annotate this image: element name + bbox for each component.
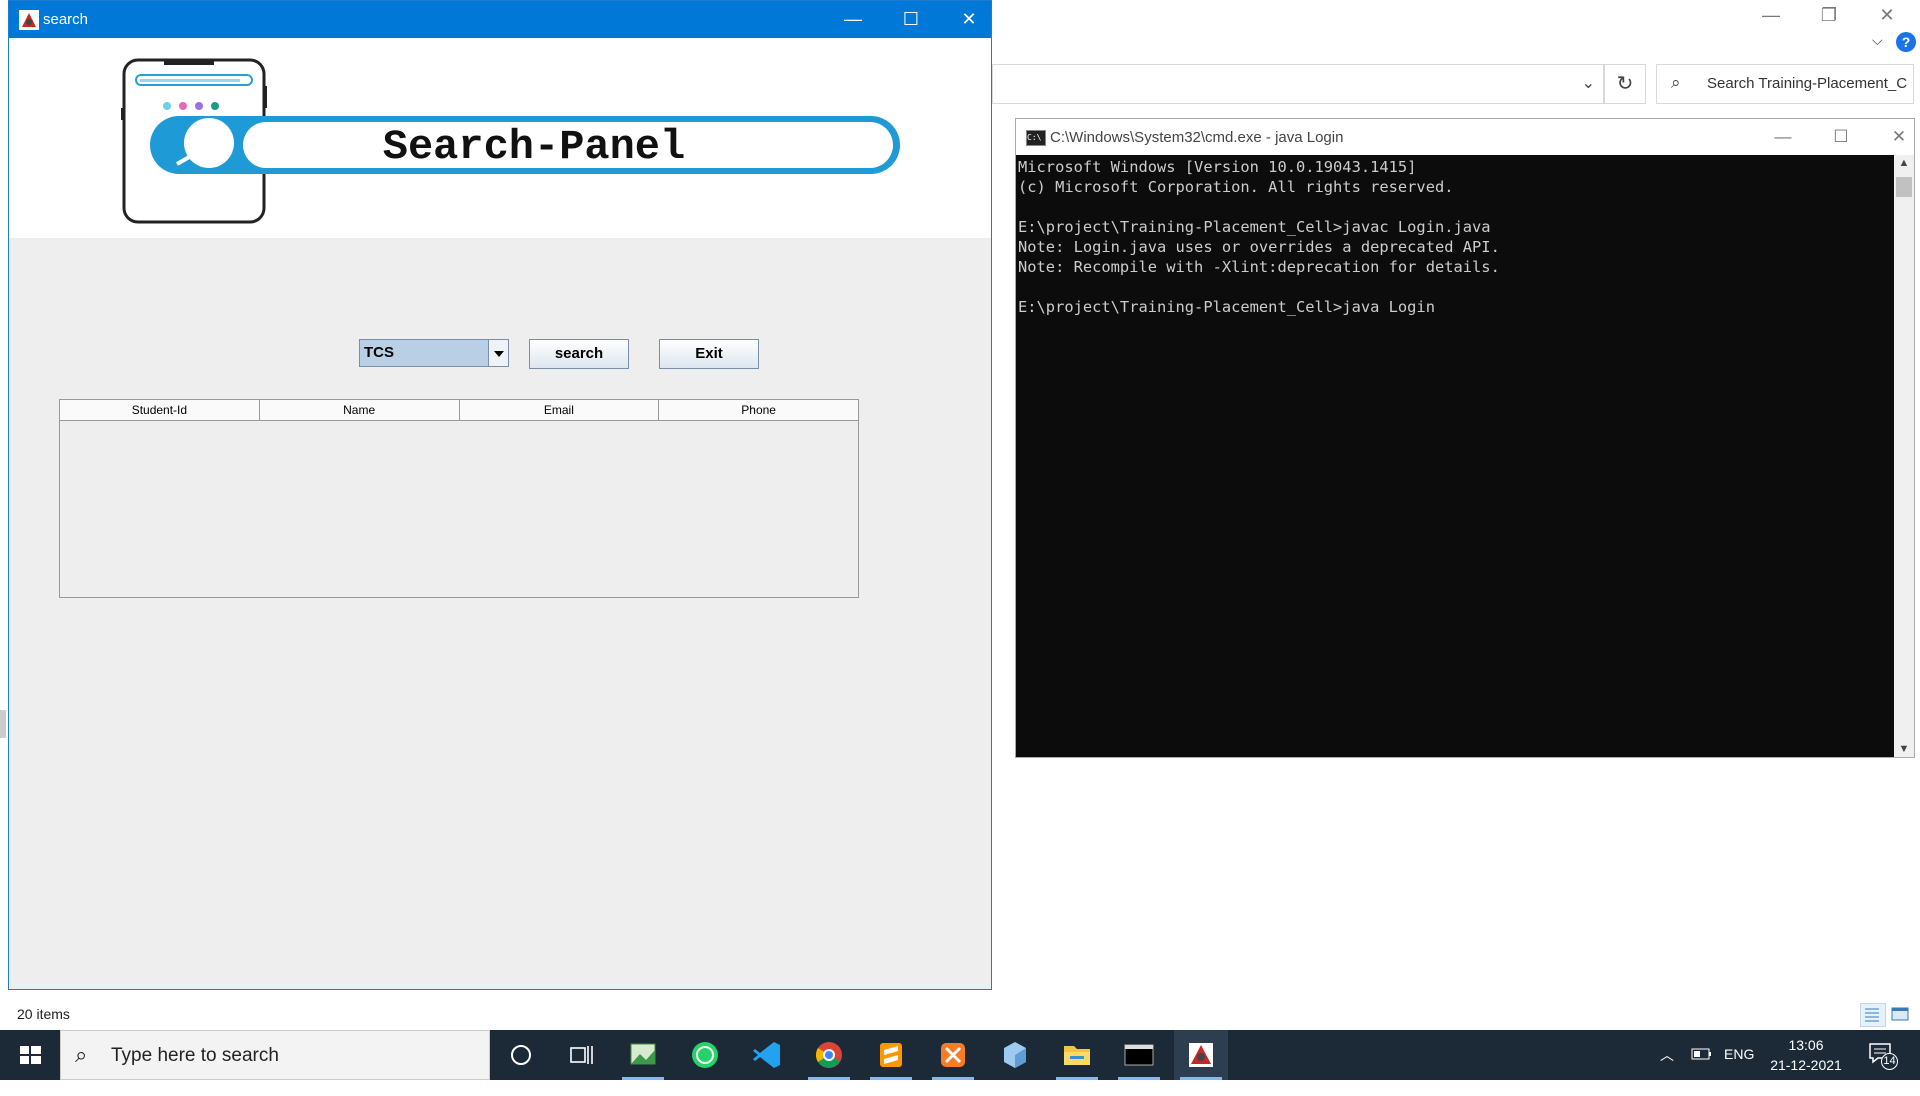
- task-view-button[interactable]: [554, 1030, 608, 1080]
- scrollbar-edge: [0, 710, 6, 738]
- taskbar-app-vscode[interactable]: [740, 1030, 794, 1080]
- action-center-button[interactable]: 14: [1868, 1042, 1898, 1070]
- battery-icon[interactable]: [1690, 1043, 1714, 1093]
- taskbar-app-whatsapp[interactable]: [678, 1030, 732, 1080]
- vscode-icon: [753, 1042, 780, 1068]
- search-icon: ⌕: [1671, 73, 1681, 92]
- language-indicator[interactable]: ENG: [1724, 1046, 1754, 1096]
- company-dropdown[interactable]: TCS: [359, 339, 509, 367]
- cmd-titlebar[interactable]: C:\ C:\Windows\System32\cmd.exe - java L…: [1016, 119, 1914, 155]
- column-header-phone[interactable]: Phone: [659, 400, 858, 420]
- taskbar-app-chrome[interactable]: [802, 1030, 856, 1080]
- file-explorer-icon: [1064, 1046, 1090, 1065]
- search-button[interactable]: search: [529, 339, 629, 369]
- start-button[interactable]: [0, 1030, 60, 1080]
- status-item-count: 20 items: [17, 1006, 70, 1022]
- close-button[interactable]: ✕: [940, 1, 998, 38]
- explorer-restore-button[interactable]: ❐: [1806, 0, 1852, 30]
- company-dropdown-value: TCS: [364, 344, 394, 361]
- image-editor-icon: [630, 1043, 656, 1065]
- system-clock[interactable]: 13:06 21-12-2021: [1766, 1035, 1846, 1075]
- taskbar-search-box[interactable]: ⌕ Type here to search: [60, 1030, 490, 1080]
- xampp-icon: [941, 1043, 965, 1067]
- 3d-viewer-icon: [1004, 1042, 1026, 1068]
- cmd-maximize-button[interactable]: ☐: [1812, 119, 1870, 155]
- notification-count-badge: 14: [1881, 1053, 1898, 1070]
- table-header: Student-Id Name Email Phone: [60, 400, 858, 421]
- taskbar-app-file-explorer[interactable]: [1050, 1030, 1104, 1080]
- console-line: E:\project\Training-Placement_Cell>javac…: [1018, 218, 1491, 236]
- ribbon-collapse-icon[interactable]: ⌵: [1872, 32, 1883, 49]
- cortana-button[interactable]: [494, 1030, 548, 1080]
- clock-date: 21-12-2021: [1770, 1057, 1842, 1073]
- console-line: (c) Microsoft Corporation. All rights re…: [1018, 178, 1454, 196]
- refresh-button[interactable]: ↻: [1604, 64, 1646, 104]
- whatsapp-icon: [692, 1042, 718, 1068]
- taskbar-app-sublime[interactable]: [864, 1030, 918, 1080]
- dropdown-arrow-icon[interactable]: [488, 340, 508, 366]
- cmd-close-button[interactable]: ✕: [1870, 119, 1920, 155]
- explorer-close-button[interactable]: ✕: [1864, 0, 1910, 30]
- cortana-icon: [511, 1045, 531, 1065]
- explorer-search-placeholder: Search Training-Placement_C...: [1707, 75, 1907, 92]
- taskbar: ⌕ Type here to search ︿ ENG 13:06 21-12-…: [0, 1030, 1920, 1080]
- java-app-icon: [19, 10, 39, 30]
- column-header-name[interactable]: Name: [260, 400, 460, 420]
- cmd-title: C:\Windows\System32\cmd.exe - java Login: [1050, 129, 1344, 146]
- cmd-window: C:\ C:\Windows\System32\cmd.exe - java L…: [1015, 118, 1915, 758]
- search-window: search — ☐ ✕ Search-Panel TCS search Exi…: [8, 0, 992, 990]
- minimize-button[interactable]: —: [824, 1, 882, 38]
- scroll-up-icon[interactable]: ▲: [1894, 157, 1914, 169]
- cmd-minimize-button[interactable]: —: [1754, 119, 1812, 155]
- chevron-down-icon[interactable]: ⌄: [1582, 73, 1595, 93]
- large-icons-view-button[interactable]: [1888, 1003, 1914, 1027]
- sublime-text-icon: [880, 1043, 902, 1067]
- details-view-button[interactable]: [1860, 1003, 1886, 1027]
- search-icon: ⌕: [75, 1042, 88, 1067]
- chrome-icon: [815, 1042, 842, 1068]
- explorer-search-box[interactable]: ⌕ Search Training-Placement_C...: [1656, 64, 1914, 104]
- scroll-thumb[interactable]: [1896, 177, 1912, 197]
- search-window-titlebar[interactable]: search — ☐ ✕: [9, 1, 991, 38]
- console-line: Note: Login.java uses or overrides a dep…: [1018, 238, 1500, 256]
- java-app-icon: [1189, 1043, 1213, 1067]
- taskbar-app-terminal[interactable]: [1112, 1030, 1166, 1080]
- show-hidden-icons-button[interactable]: ︿: [1660, 1045, 1674, 1095]
- large-icons-view-icon: [1891, 1007, 1909, 1021]
- address-bar[interactable]: ⌄: [992, 64, 1604, 104]
- explorer-minimize-button[interactable]: —: [1748, 0, 1794, 30]
- column-header-student-id[interactable]: Student-Id: [60, 400, 260, 420]
- console-line: Note: Recompile with -Xlint:deprecation …: [1018, 258, 1500, 276]
- help-icon[interactable]: ?: [1896, 32, 1916, 52]
- console-line: E:\project\Training-Placement_Cell>java …: [1018, 298, 1435, 316]
- exit-button[interactable]: Exit: [659, 339, 759, 369]
- windows-logo-icon: [20, 1046, 41, 1064]
- scroll-down-icon[interactable]: ▼: [1894, 743, 1914, 755]
- search-panel-banner: Search-Panel: [9, 38, 991, 238]
- taskbar-app-image-editor[interactable]: [616, 1030, 670, 1080]
- column-header-email[interactable]: Email: [460, 400, 660, 420]
- banner-graphic: Search-Panel: [121, 58, 900, 224]
- console-output[interactable]: Microsoft Windows [Version 10.0.19043.14…: [1016, 155, 1894, 757]
- search-window-title: search: [43, 11, 89, 28]
- terminal-icon: [1124, 1044, 1154, 1066]
- taskbar-app-3d-viewer[interactable]: [988, 1030, 1042, 1080]
- details-view-icon: [1865, 1008, 1879, 1022]
- taskbar-app-xampp[interactable]: [926, 1030, 980, 1080]
- task-view-icon: [570, 1046, 593, 1064]
- results-table[interactable]: Student-Id Name Email Phone: [59, 399, 859, 598]
- taskbar-search-placeholder: Type here to search: [111, 1045, 279, 1066]
- clock-time: 13:06: [1788, 1037, 1824, 1053]
- console-line: Microsoft Windows [Version 10.0.19043.14…: [1018, 158, 1417, 176]
- cmd-icon: C:\: [1026, 130, 1046, 146]
- taskbar-app-java[interactable]: [1174, 1030, 1228, 1080]
- banner-title: Search-Panel: [383, 123, 685, 171]
- maximize-button[interactable]: ☐: [882, 1, 940, 38]
- cmd-scrollbar[interactable]: ▲ ▼: [1894, 155, 1914, 757]
